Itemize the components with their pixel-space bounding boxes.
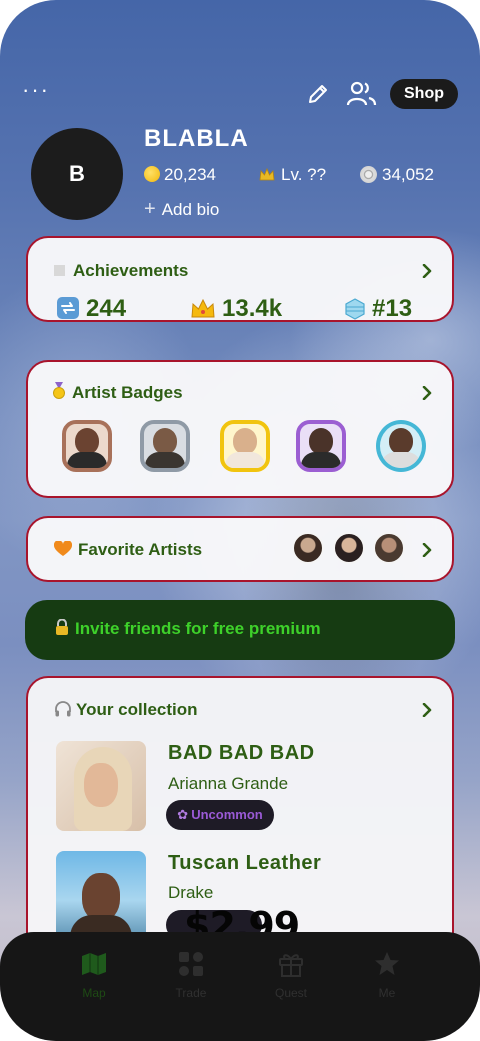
favorite-artists-card[interactable]: Favorite Artists [26, 516, 454, 582]
invite-friends-banner[interactable]: Invite friends for free premium [25, 600, 455, 660]
collection-title: Your collection [54, 699, 198, 721]
username: BLABLA [144, 125, 249, 152]
tab-quest[interactable]: Quest [251, 950, 331, 1000]
favorite-artist-avatar[interactable] [373, 532, 405, 564]
crown-icon [190, 298, 216, 328]
tab-trade[interactable]: Trade [151, 950, 231, 1000]
tab-map[interactable]: Map [54, 950, 134, 1000]
badge-row [54, 420, 434, 476]
disc-count: 34,052 [382, 165, 434, 184]
disc-icon [360, 166, 377, 183]
tab-label: Trade [175, 986, 207, 1000]
coin-icon [144, 166, 160, 182]
profile-avatar[interactable]: B [31, 128, 123, 220]
track-title: Tuscan Leather [168, 852, 322, 874]
artist-body [225, 452, 265, 468]
app-screen: ··· Shop B BLABLA 20,234 Lv. ?? 34,052 +… [0, 0, 480, 1041]
gift-icon [277, 950, 305, 978]
invite-text: Invite friends for free premium [55, 618, 321, 641]
chevron-right-icon[interactable] [420, 543, 434, 557]
shop-button[interactable]: Shop [390, 79, 458, 109]
tab-label: Quest [274, 986, 307, 1000]
artist-face [233, 428, 257, 454]
diamond-icon [344, 298, 366, 328]
artist-badges-title: Artist Badges [52, 382, 183, 404]
level-indicator: Lv. ?? [259, 164, 326, 186]
artist-face [82, 873, 120, 921]
square-icon [54, 265, 65, 276]
artist-face [389, 428, 413, 454]
crown-icon [259, 166, 275, 188]
album-cover[interactable] [56, 741, 146, 831]
artist-body [67, 452, 107, 468]
artist-badge[interactable] [220, 420, 270, 472]
medal-icon [52, 382, 66, 406]
lock-icon [55, 618, 69, 641]
favorite-artists-title: Favorite Artists [53, 539, 203, 563]
tab-bar: Map Trade Quest Me [0, 932, 480, 1041]
album-cover[interactable] [56, 851, 146, 941]
heart-icon [53, 540, 73, 563]
achievements-title-text: Achievements [73, 261, 189, 280]
streak-value: 244 [86, 295, 127, 322]
artist-badges-card[interactable]: Artist Badges [26, 360, 454, 498]
chevron-right-icon[interactable] [420, 703, 434, 717]
trade-icon [177, 950, 205, 978]
artist-face [84, 763, 118, 807]
artist-body [301, 452, 341, 468]
disc-balance: 34,052 [360, 164, 434, 186]
favorite-artists-title-text: Favorite Artists [78, 540, 203, 559]
tab-label: Map [82, 986, 106, 1000]
artist-badges-title-text: Artist Badges [72, 383, 183, 402]
rarity-label: Uncommon [191, 807, 263, 822]
achievements-title: Achievements [54, 260, 188, 282]
repeat-icon [56, 296, 80, 328]
invite-label: Invite friends for free premium [75, 619, 321, 638]
add-bio-label: Add bio [161, 200, 220, 219]
rank-stat: #13 [344, 294, 412, 328]
artist-body [381, 452, 421, 468]
favorite-artist-avatar[interactable] [292, 532, 324, 564]
crowns-stat: 13.4k [190, 294, 282, 328]
add-bio-button[interactable]: + Add bio [144, 198, 219, 220]
tab-label: Me [378, 986, 396, 1000]
map-icon [80, 950, 108, 978]
star-icon [373, 950, 401, 978]
track-artist: Arianna Grande [168, 774, 289, 793]
headphones-icon [54, 700, 72, 724]
artist-face [153, 428, 177, 454]
crowns-value: 13.4k [222, 295, 283, 322]
artist-badge[interactable] [140, 420, 190, 472]
rank-value: #13 [372, 295, 413, 322]
more-options-button[interactable]: ··· [22, 79, 50, 101]
achievements-card[interactable]: Achievements 244 13.4k #13 [26, 236, 454, 322]
artist-face [309, 428, 333, 454]
streak-stat: 244 [56, 294, 126, 328]
tab-me[interactable]: Me [347, 950, 427, 1000]
collection-title-text: Your collection [76, 700, 198, 719]
artist-badge[interactable] [296, 420, 346, 472]
sparkle-icon: ✿ [177, 807, 189, 822]
edit-pencil-icon[interactable] [306, 82, 330, 106]
coin-balance: 20,234 [144, 164, 216, 186]
friends-icon[interactable] [346, 80, 378, 108]
chevron-right-icon[interactable] [420, 386, 434, 400]
favorite-artist-avatar[interactable] [333, 532, 365, 564]
coin-count: 20,234 [164, 165, 216, 184]
level-text: Lv. ?? [281, 165, 327, 184]
track-title: BAD BAD BAD [168, 742, 315, 764]
chevron-right-icon[interactable] [420, 264, 434, 278]
artist-badge[interactable] [376, 420, 426, 472]
artist-body [145, 452, 185, 468]
rarity-badge: ✿ Uncommon [166, 800, 274, 830]
artist-badge[interactable] [62, 420, 112, 472]
plus-icon: + [144, 198, 156, 220]
track-artist: Drake [168, 883, 214, 902]
artist-face [75, 428, 99, 454]
